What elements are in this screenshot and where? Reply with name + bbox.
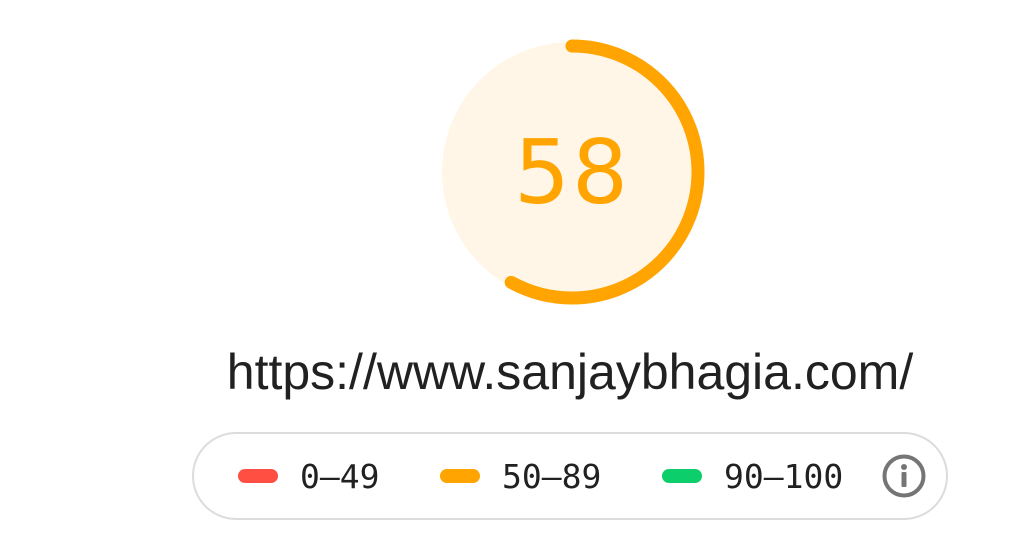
legend-swatch-pass — [662, 469, 702, 483]
page-url: https://www.sanjaybhagia.com/ — [226, 344, 914, 400]
legend-label-average: 50–89 — [502, 456, 602, 496]
score-gauge: 58 — [438, 38, 706, 306]
legend-swatch-fail — [238, 469, 278, 483]
legend-item-pass: 90–100 — [662, 434, 843, 518]
legend-item-average: 50–89 — [440, 434, 601, 518]
legend-label-fail: 0–49 — [300, 456, 380, 496]
legend-swatch-average — [440, 469, 480, 483]
score-value: 58 — [514, 120, 630, 224]
legend-label-pass: 90–100 — [724, 456, 844, 496]
score-scale-legend: 0–49 50–89 90–100 — [192, 432, 948, 520]
info-icon[interactable] — [880, 452, 928, 500]
performance-report: 58 https://www.sanjaybhagia.com/ 0–49 50… — [0, 0, 1026, 558]
legend-item-fail: 0–49 — [238, 434, 379, 518]
